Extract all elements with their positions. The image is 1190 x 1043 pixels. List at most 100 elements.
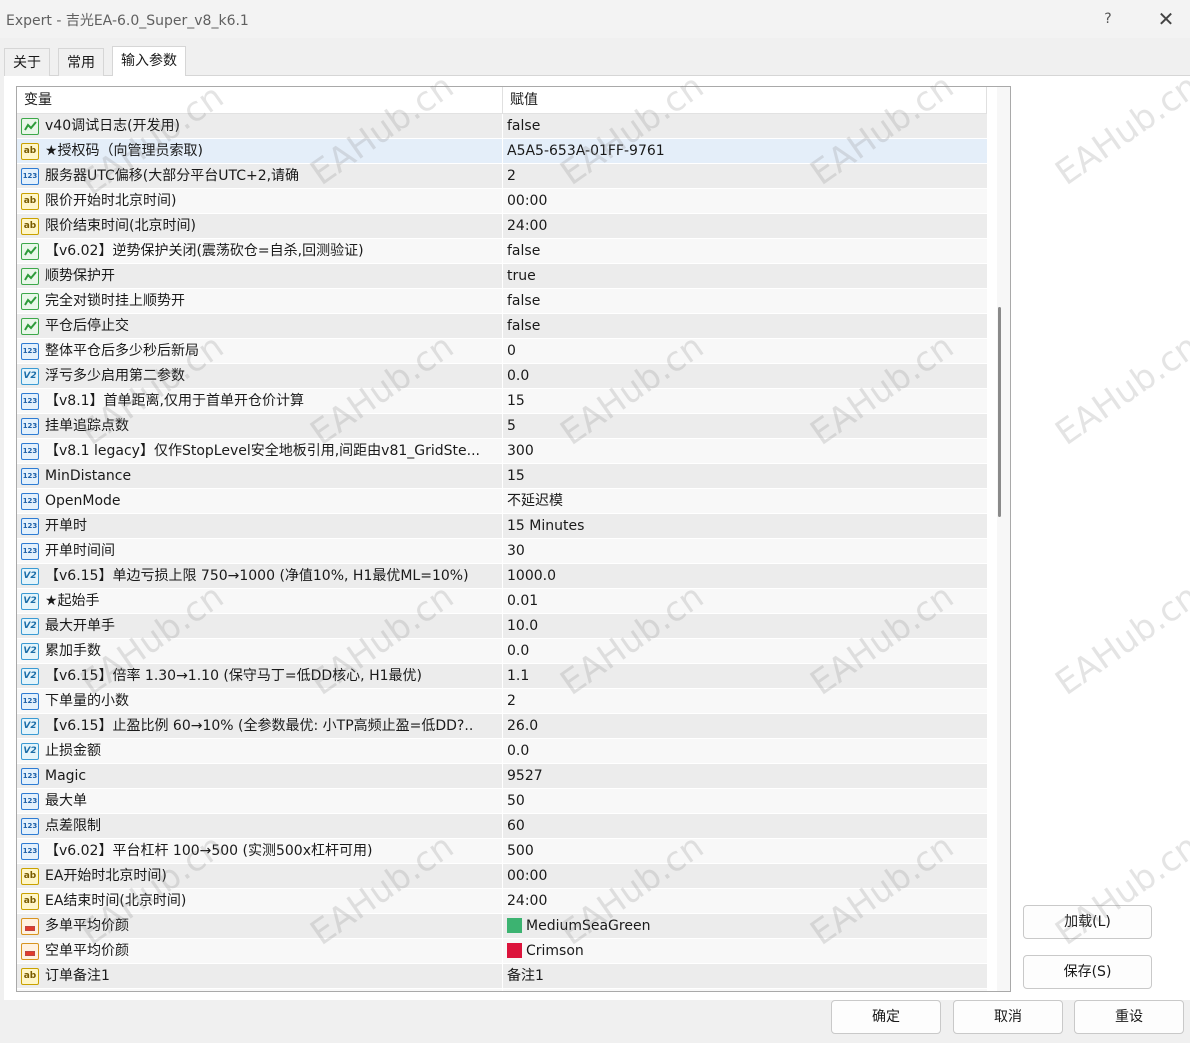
variable-cell[interactable]: 123 OpenMode [17,489,503,514]
variable-cell[interactable]: V2 止损金额 [17,739,503,764]
table-row[interactable]: 123 【v8.1】首单距离,仅用于首单开仓价计算 15 [17,389,987,414]
variable-cell[interactable]: 123 Magic [17,764,503,789]
value-cell[interactable]: 9527 [503,764,987,789]
table-row[interactable]: 123 下单量的小数 2 [17,689,987,714]
table-row[interactable]: 空单平均价颜 Crimson [17,939,987,964]
table-row[interactable]: V2 浮亏多少启用第二参数 0.0 [17,364,987,389]
table-row[interactable]: 123 【v6.02】平台杠杆 100→500 (实测500x杠杆可用) 500 [17,839,987,864]
value-cell[interactable]: 5 [503,414,987,439]
table-row[interactable]: 【v6.02】逆势保护关闭(震荡砍仓=自杀,回测验证) false [17,239,987,264]
value-cell[interactable]: 60 [503,814,987,839]
scrollbar-thumb[interactable] [998,307,1001,517]
variable-cell[interactable]: V2 累加手数 [17,639,503,664]
variable-cell[interactable]: V2 【v6.15】止盈比例 60→10% (全参数最优: 小TP高频止盈=低DD… [17,714,503,739]
table-row[interactable]: V2 【v6.15】单边亏损上限 750→1000 (净值10%, H1最优ML=… [17,564,987,589]
table-row[interactable]: V2 累加手数 0.0 [17,639,987,664]
table-row[interactable]: 顺势保护开 true [17,264,987,289]
value-cell[interactable]: 1000.0 [503,564,987,589]
variable-cell[interactable]: 123 挂单追踪点数 [17,414,503,439]
value-cell[interactable]: 00:00 [503,864,987,889]
variable-cell[interactable]: V2 浮亏多少启用第二参数 [17,364,503,389]
value-cell[interactable]: false [503,314,987,339]
variable-cell[interactable]: ab EA结束时间(北京时间) [17,889,503,914]
table-row[interactable]: 123 开单时 15 Minutes [17,514,987,539]
tab-inputs[interactable]: 输入参数 [112,46,186,76]
variable-cell[interactable]: 顺势保护开 [17,264,503,289]
column-header-value[interactable]: 赋值 [503,87,987,114]
table-row[interactable]: 123 Magic 9527 [17,764,987,789]
table-row[interactable]: 123 服务器UTC偏移(大部分平台UTC+2,请确 2 [17,164,987,189]
variable-cell[interactable]: 123 MinDistance [17,464,503,489]
value-cell[interactable]: 15 [503,389,987,414]
value-cell[interactable]: 1.1 [503,664,987,689]
variable-cell[interactable]: 123 【v6.02】平台杠杆 100→500 (实测500x杠杆可用) [17,839,503,864]
variable-cell[interactable]: 【v6.02】逆势保护关闭(震荡砍仓=自杀,回测验证) [17,239,503,264]
variable-cell[interactable]: 123 开单时 [17,514,503,539]
value-cell[interactable]: 0 [503,339,987,364]
column-header-variable[interactable]: 变量 [17,87,503,114]
table-row[interactable]: ab 订单备注1 备注1 [17,964,987,989]
value-cell[interactable]: 0.0 [503,364,987,389]
value-cell[interactable]: false [503,114,987,139]
variable-cell[interactable]: ab 订单备注1 [17,964,503,989]
value-cell[interactable]: true [503,264,987,289]
value-cell[interactable]: 0.01 [503,589,987,614]
cancel-button[interactable]: 取消 [953,1000,1063,1034]
value-cell[interactable]: 0.0 [503,639,987,664]
table-row[interactable]: V2 【v6.15】倍率 1.30→1.10 (保守马丁=低DD核心, H1最优)… [17,664,987,689]
value-cell[interactable]: false [503,239,987,264]
value-cell[interactable]: 2 [503,689,987,714]
value-cell[interactable]: 24:00 [503,214,987,239]
table-row[interactable]: V2 【v6.15】止盈比例 60→10% (全参数最优: 小TP高频止盈=低DD… [17,714,987,739]
variable-cell[interactable]: ab 限价结束时间(北京时间) [17,214,503,239]
value-cell[interactable]: 50 [503,789,987,814]
value-cell[interactable]: 300 [503,439,987,464]
table-row[interactable]: ab EA开始时北京时间) 00:00 [17,864,987,889]
table-row[interactable]: 123 整体平仓后多少秒后新局 0 [17,339,987,364]
value-cell[interactable]: 2 [503,164,987,189]
variable-cell[interactable]: V2 【v6.15】倍率 1.30→1.10 (保守马丁=低DD核心, H1最优) [17,664,503,689]
help-button[interactable]: ? [1092,4,1124,34]
variable-cell[interactable]: ab 限价开始时北京时间) [17,189,503,214]
value-cell[interactable]: 00:00 [503,189,987,214]
value-cell[interactable]: 0.0 [503,739,987,764]
variable-cell[interactable]: 123 整体平仓后多少秒后新局 [17,339,503,364]
load-button[interactable]: 加载(L) [1023,905,1152,939]
reset-button[interactable]: 重设 [1074,1000,1184,1034]
variable-cell[interactable]: 123 【v8.1 legacy】仅作StopLevel安全地板引用,间距由v81… [17,439,503,464]
value-cell[interactable]: 不延迟模 [503,489,987,514]
variable-cell[interactable]: 完全对锁时挂上顺势开 [17,289,503,314]
variable-cell[interactable]: 123 下单量的小数 [17,689,503,714]
value-cell[interactable]: 24:00 [503,889,987,914]
variable-cell[interactable]: ab ★授权码（向管理员索取) [17,139,503,164]
tab-about[interactable]: 关于 [4,48,50,76]
table-row[interactable]: 123 点差限制 60 [17,814,987,839]
table-row[interactable]: ab ★授权码（向管理员索取) A5A5-653A-01FF-9761 [17,139,987,164]
table-row[interactable]: ab EA结束时间(北京时间) 24:00 [17,889,987,914]
table-row[interactable]: 123 开单时间间 30 [17,539,987,564]
value-cell[interactable] [503,989,987,991]
value-cell[interactable]: 30 [503,539,987,564]
value-cell[interactable]: 备注1 [503,964,987,989]
variable-cell[interactable]: 多单平均价颜 [17,914,503,939]
variable-cell[interactable]: 123 服务器UTC偏移(大部分平台UTC+2,请确 [17,164,503,189]
value-cell[interactable]: 15 Minutes [503,514,987,539]
table-row[interactable]: 123 MinDistance 15 [17,464,987,489]
table-row[interactable]: v40调试日志(开发用) false [17,114,987,139]
table-row[interactable]: V2 止损金额 0.0 [17,739,987,764]
variable-cell[interactable]: V2 ★起始手 [17,589,503,614]
table-row[interactable]: V2 ★起始手 0.01 [17,589,987,614]
value-cell[interactable]: Crimson [503,939,987,964]
value-cell[interactable]: MediumSeaGreen [503,914,987,939]
value-cell[interactable]: A5A5-653A-01FF-9761 [503,139,987,164]
table-row[interactable]: 123 挂单追踪点数 5 [17,414,987,439]
value-cell[interactable]: false [503,289,987,314]
variable-cell[interactable]: V2 【v6.15】单边亏损上限 750→1000 (净值10%, H1最优ML=… [17,564,503,589]
variable-cell[interactable]: 123 【v8.1】首单距离,仅用于首单开仓价计算 [17,389,503,414]
variable-cell[interactable]: 平仓后停止交 [17,314,503,339]
table-row[interactable]: V2 最大开单手 10.0 [17,614,987,639]
table-row[interactable]: 123 【v8.1 legacy】仅作StopLevel安全地板引用,间距由v81… [17,439,987,464]
variable-cell[interactable]: 123 最大单 [17,789,503,814]
value-cell[interactable]: 10.0 [503,614,987,639]
table-row[interactable]: 平仓后停止交 false [17,314,987,339]
